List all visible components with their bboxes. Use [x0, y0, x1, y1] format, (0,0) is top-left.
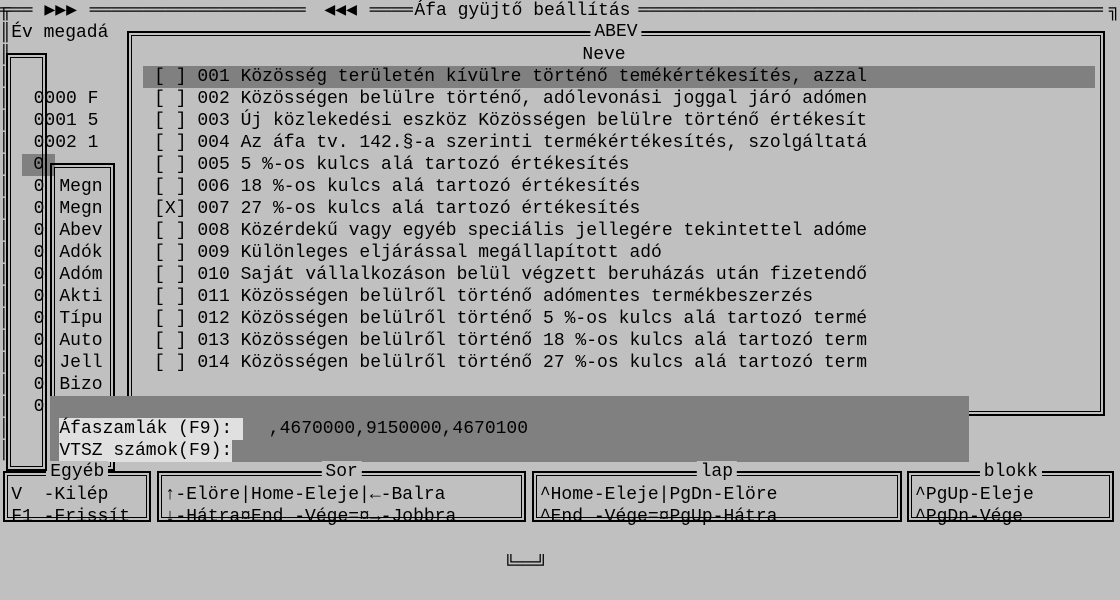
mid-label-7[interactable]: Auto [59, 330, 102, 352]
list-item-009[interactable]: [ ] 009 Különleges eljárással megállapít… [143, 242, 1095, 264]
list-item-013[interactable]: [ ] 013 Közösségen belülről történő 18 %… [143, 330, 1095, 352]
list-item-001[interactable]: [ ] 001 Közösség területén kívülre törté… [143, 66, 1095, 88]
panel-sor-line2[interactable]: ↓-Hátra¤End -Vége=¤→-Jobbra [165, 506, 457, 528]
list-item-004[interactable]: [ ] 004 Az áfa tv. 142.§-a szerinti term… [143, 132, 1095, 154]
mid-label-6[interactable]: Típu [59, 308, 102, 330]
main-title: Áfa gyüjtő beállítás [414, 0, 630, 22]
mid-label-9[interactable]: Bizo [59, 374, 102, 396]
list-item-008[interactable]: [ ] 008 Közérdekű vagy egyéb speciális j… [143, 220, 1095, 242]
year-field-label: Év megadá [11, 22, 108, 44]
mid-label-5[interactable]: Akti [59, 286, 102, 308]
panel-title-lap: lap [697, 461, 737, 483]
panel-blokk-line1[interactable]: ^PgUp-Eleje [915, 484, 1034, 506]
scroll-right-icon[interactable]: ◀◀◀ [314, 0, 368, 22]
mid-label-3[interactable]: Adók [59, 242, 102, 264]
left-col-panel [6, 53, 47, 471]
afaszamlak-value[interactable]: ,4670000,9150000,4670100 [269, 418, 528, 440]
neve-header: Neve [582, 44, 625, 66]
list-item-012[interactable]: [ ] 012 Közösségen belülről történő 5 %-… [143, 308, 1095, 330]
list-item-002[interactable]: [ ] 002 Közösségen belülre történő, adól… [143, 88, 1095, 110]
list-item-011[interactable]: [ ] 011 Közösségen belülről történő adóm… [143, 286, 1095, 308]
panel-title-egyeb: Egyéb [46, 461, 108, 483]
list-item-003[interactable]: [ ] 003 Új közlekedési eszköz Közösségen… [143, 110, 1095, 132]
list-item-006[interactable]: [ ] 006 18 %-os kulcs alá tartozó értéke… [143, 176, 1095, 198]
mid-label-2[interactable]: Abev [59, 220, 102, 242]
mid-label-4[interactable]: Adóm [59, 264, 102, 286]
panel-lap-line2[interactable]: ^End -Vége=¤PgUp-Hátra [540, 506, 778, 528]
mid-label-0[interactable]: Megn [59, 176, 102, 198]
mid-label-1[interactable]: Megn [59, 198, 102, 220]
list-item-010[interactable]: [ ] 010 Saját vállalkozáson belül végzet… [143, 264, 1095, 286]
list-item-005[interactable]: [ ] 005 5 %-os kulcs alá tartozó értékes… [143, 154, 1095, 176]
panel-title-sor: Sor [321, 461, 361, 483]
vtsz-label: VTSZ számok(F9): [59, 440, 232, 462]
abev-title: ABEV [590, 21, 641, 43]
list-item-007[interactable]: [X] 007 27 %-os kulcs alá tartozó értéke… [143, 198, 1095, 220]
afaszamlak-label: Áfaszamlák (F9): [59, 418, 243, 440]
mid-label-8[interactable]: Jell [59, 352, 102, 374]
panel-blokk-line2[interactable]: ^PgDn-Vége [915, 506, 1023, 528]
panel-egyeb-line2[interactable]: F1 -Frissít [11, 506, 130, 528]
panel-lap-line1[interactable]: ^Home-Eleje|PgDn-Elöre [540, 484, 778, 506]
resize-handle-icon[interactable]: ╚══╝ [504, 554, 547, 576]
panel-sor-line1[interactable]: ↑-Elöre|Home-Eleje|←-Balra [165, 484, 446, 506]
list-item-014[interactable]: [ ] 014 Közösségen belülről történő 27 %… [143, 352, 1095, 374]
panel-egyeb-line1[interactable]: V -Kilép [11, 484, 108, 506]
panel-title-blokk: blokk [980, 461, 1042, 483]
scroll-left-icon[interactable]: ▶▶▶ [34, 0, 88, 22]
